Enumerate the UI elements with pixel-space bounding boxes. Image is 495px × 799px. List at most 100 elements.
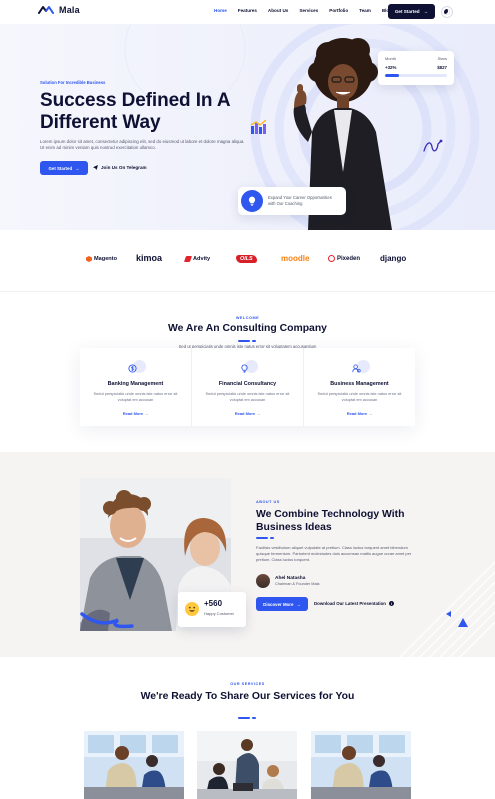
card-title: Financial Consultancy (218, 381, 277, 387)
moon-icon (444, 9, 450, 15)
card-icon-wrap (239, 360, 258, 376)
telegram-link[interactable]: Join Us On Telegram (93, 165, 147, 170)
logo[interactable]: Mala (38, 5, 80, 15)
get-started-hero-button[interactable]: Get Started → (40, 161, 88, 175)
about-section: +560 Happy Customer ABOUT US We Combine … (0, 452, 495, 657)
arrow-right-icon: → (423, 9, 429, 14)
consulting-title-underline (238, 340, 256, 342)
main-nav: Home Features About Us Services Portfoli… (214, 8, 403, 13)
brand-name: Advity (193, 256, 211, 262)
hero-eyebrow: Solution For Incredible Business (40, 80, 106, 85)
site-header: Mala Home Features About Us Services Por… (0, 0, 495, 24)
brand-name: OILS (240, 256, 253, 262)
customer-count: +560 (204, 599, 223, 608)
magento-icon (86, 256, 92, 262)
nav-about-us[interactable]: About Us (268, 8, 288, 13)
dollar-coin-icon (127, 364, 137, 373)
consulting-title: We Are An Consulting Company (168, 323, 327, 334)
brand-logo-moodle[interactable]: moodle (281, 254, 309, 263)
hero-title: Success Defined In A Different Way (40, 90, 230, 133)
logo-text: Mala (59, 5, 80, 15)
read-more-link[interactable]: Read More → (80, 411, 191, 416)
get-started-header-label: Get Started (394, 9, 420, 14)
card-text: Sedut perspiciatis unde omnis iste natus… (205, 391, 290, 402)
service-card-financial[interactable]: Financial Consultancy Sedut perspiciatis… (192, 348, 304, 426)
brand-name: Magento (94, 256, 117, 262)
brand-logo-magento[interactable]: Magento (86, 256, 117, 262)
nav-team[interactable]: Team (359, 8, 371, 13)
card-text: Sedut perspiciatis unde omnis iste natus… (317, 391, 402, 402)
logo-mark-icon (38, 6, 54, 14)
triangle-decoration-small (446, 611, 451, 617)
service-photo-1[interactable] (84, 731, 184, 799)
author-name: Ahel Natasha (275, 576, 306, 581)
hero-section: Solution For Incredible Business Success… (0, 24, 495, 230)
customer-count-label: Happy Customer (204, 611, 235, 616)
read-more-link[interactable]: Read More → (304, 411, 415, 416)
brand-logos-strip: Magento kimoa Advity OILS moodle Pixeden… (0, 230, 495, 292)
read-more-label: Read More (122, 411, 144, 416)
brand-logo-kimoa[interactable]: kimoa (136, 253, 162, 263)
author-block: Ahel Natasha Chairman & Founder Mala (256, 574, 320, 588)
get-started-hero-label: Get Started (48, 165, 73, 171)
career-card-text: Expand Your Career Opportunities with Ou… (268, 195, 332, 207)
brand-logo-oils[interactable]: OILS (236, 255, 257, 263)
nav-features[interactable]: Features (238, 8, 257, 13)
card-icon-wrap (351, 360, 370, 376)
service-card-banking[interactable]: Banking Management Sedut perspiciatis un… (80, 348, 192, 426)
card-title: Banking Management (107, 381, 164, 387)
stats-label-month: Month (385, 56, 397, 61)
happy-customers-card: +560 Happy Customer (178, 592, 246, 627)
pixeden-icon (328, 255, 335, 262)
user-group-icon (351, 364, 361, 373)
hero-description: Lorem ipsum dolor sit amet, consectetur … (40, 139, 245, 151)
triangle-decoration (458, 618, 468, 627)
avatar (256, 574, 270, 588)
office-meeting-photo (84, 731, 184, 799)
lightbulb-icon (240, 364, 248, 373)
stats-progress-bar (385, 74, 447, 77)
service-photo-3[interactable] (311, 731, 411, 799)
advity-icon (183, 256, 193, 262)
services-eyebrow: OUR SERVICES (230, 682, 265, 686)
brand-logo-django[interactable]: django (380, 254, 406, 263)
services-cards: Banking Management Sedut perspiciatis un… (80, 348, 415, 426)
theme-toggle-button[interactable] (441, 6, 453, 18)
brand-logo-pixeden[interactable]: Pixeden (328, 255, 360, 262)
arrow-right-icon: → (296, 601, 301, 607)
card-title: Business Management (330, 381, 389, 387)
download-presentation-link[interactable]: Download Our Latest Presentation i (314, 601, 394, 606)
lightbulb-icon (241, 190, 263, 212)
author-role: Chairman & Founder Mala (275, 582, 320, 586)
nav-portfolio[interactable]: Portfolio (329, 8, 348, 13)
about-title: We Combine Technology With Business Idea… (256, 509, 405, 533)
nav-home[interactable]: Home (214, 8, 227, 13)
service-photo-2[interactable] (197, 731, 297, 799)
telegram-icon (93, 165, 98, 170)
brand-name: moodle (281, 254, 310, 263)
discover-more-label: Discover More (263, 601, 294, 607)
career-opportunities-card: Expand Your Career Opportunities with Ou… (238, 187, 346, 215)
read-more-label: Read More (234, 411, 256, 416)
about-description: Facilisis vestibulum aliquet vulputate a… (256, 545, 412, 562)
get-started-header-button[interactable]: Get Started → (388, 4, 435, 19)
service-card-business[interactable]: Business Management Sedut perspiciatis u… (304, 348, 415, 426)
stats-value-amount: $827 (437, 65, 447, 70)
read-more-link[interactable]: Read More → (192, 411, 303, 416)
read-more-label: Read More (346, 411, 368, 416)
arrow-right-icon: → (256, 411, 261, 416)
brand-name: kimoa (136, 253, 163, 263)
about-eyebrow: ABOUT US (256, 500, 280, 504)
squiggle-decoration (423, 139, 443, 152)
services-title-underline (238, 717, 256, 719)
office-team-photo (197, 731, 297, 799)
about-title-underline (256, 537, 274, 539)
brand-logo-advity[interactable]: Advity (183, 256, 211, 262)
career-card-line2: with Our Coaching (268, 201, 303, 206)
arrow-right-icon: → (144, 411, 149, 416)
growth-stats-card: Month Stars +32% $827 (378, 51, 454, 85)
office-meeting-photo (311, 731, 411, 799)
card-icon-wrap (127, 360, 146, 376)
nav-services[interactable]: Services (299, 8, 318, 13)
discover-more-button[interactable]: Discover More → (256, 597, 308, 611)
